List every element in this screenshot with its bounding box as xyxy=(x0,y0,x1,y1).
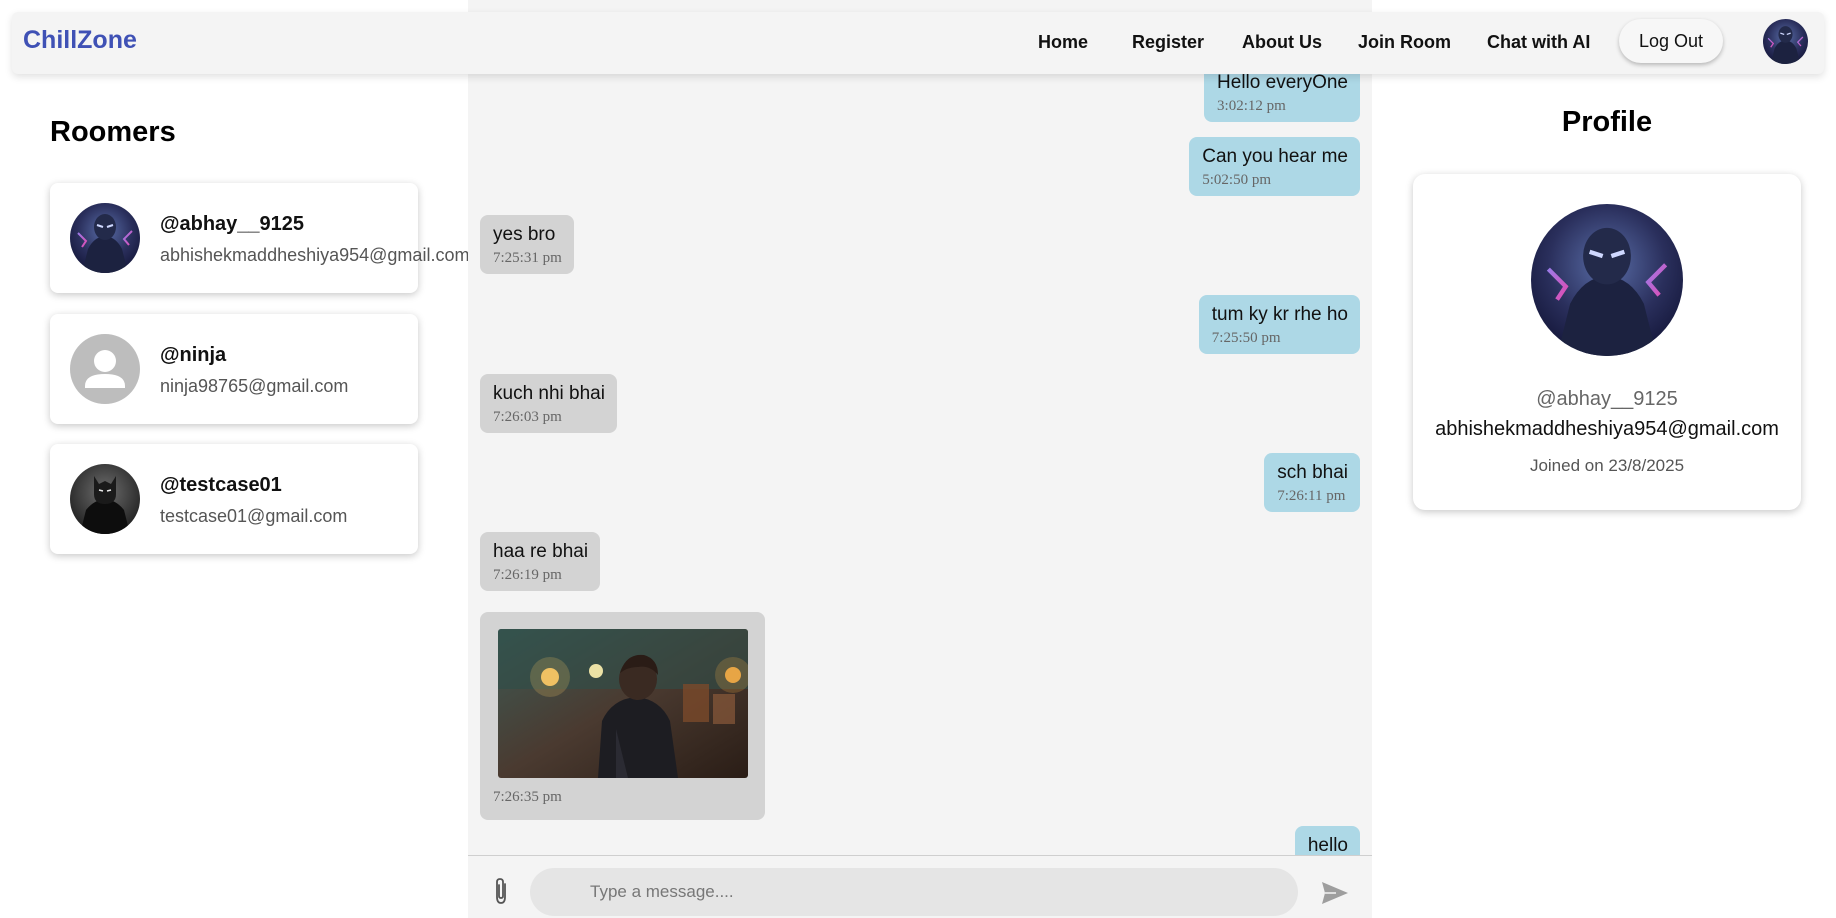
nav-link-chat-with-ai[interactable]: Chat with AI xyxy=(1487,32,1590,53)
nav-link-register[interactable]: Register xyxy=(1132,32,1204,53)
message-time: 7:25:31 pm xyxy=(493,250,562,266)
nav-link-join-room[interactable]: Join Room xyxy=(1358,32,1451,53)
roomer-handle: @testcase01 xyxy=(160,474,282,496)
avatar xyxy=(70,203,140,273)
message-bubble-outgoing: tum ky kr rhe ho 7:25:50 pm xyxy=(1198,295,1360,354)
message-text: haa re bhai xyxy=(493,541,589,562)
message-time: 7:26:35 pm xyxy=(493,789,562,805)
roomer-email: ninja98765@gmail.com xyxy=(160,376,349,396)
message-time: 7:26:03 pm xyxy=(493,409,562,425)
roomer-handle: @ninja xyxy=(160,344,227,366)
send-icon[interactable] xyxy=(1320,880,1350,906)
roomer-handle: @abhay__9125 xyxy=(160,213,305,235)
message-bubble-outgoing: Can you hear me 5:02:50 pm xyxy=(1189,137,1360,196)
brand-logo[interactable]: ChillZone xyxy=(23,26,137,55)
profile-handle: @abhay__9125 xyxy=(1536,388,1678,410)
message-text: Can you hear me xyxy=(1202,146,1348,167)
message-time: 7:26:19 pm xyxy=(493,567,562,583)
superhero-avatar-image xyxy=(70,203,140,273)
superhero-avatar-image xyxy=(1531,204,1683,356)
chat-messages-panel[interactable]: Hello everyOne 3:02:12 pm Can you hear m… xyxy=(468,0,1372,855)
message-composer xyxy=(468,855,1372,918)
profile-heading: Profile xyxy=(1561,106,1653,138)
roomer-email: testcase01@gmail.com xyxy=(160,506,348,526)
message-bubble-incoming: kuch nhi bhai 7:26:03 pm xyxy=(480,374,617,433)
message-time: 7:25:50 pm xyxy=(1211,330,1281,346)
roomers-heading: Roomers xyxy=(50,116,176,148)
message-text: yes bro xyxy=(493,224,556,245)
message-bubble-image: 7:26:35 pm xyxy=(480,612,765,820)
profile-joined-date: Joined on 23/8/2025 xyxy=(1529,456,1685,475)
message-input[interactable] xyxy=(530,868,1298,916)
profile-email: abhishekmaddheshiya954@gmail.com xyxy=(1435,418,1779,440)
message-bubble-incoming: haa re bhai 7:26:19 pm xyxy=(480,532,601,591)
top-navbar: ChillZone Home Register About Us Join Ro… xyxy=(12,12,1824,74)
nav-link-home[interactable]: Home xyxy=(1038,32,1088,53)
message-time: 5:02:50 pm xyxy=(1202,172,1272,188)
message-text: hello xyxy=(1307,835,1348,855)
superhero-avatar-image xyxy=(1763,19,1808,64)
roomer-card[interactable]: @testcase01 testcase01@gmail.com xyxy=(50,444,418,554)
roomer-card[interactable]: @ninja ninja98765@gmail.com xyxy=(50,314,418,424)
message-text: sch bhai xyxy=(1277,462,1348,483)
roomer-card[interactable]: @abhay__9125 abhishekmaddheshiya954@gmai… xyxy=(50,183,469,293)
dark-knight-avatar-image xyxy=(70,464,140,534)
attachment-icon[interactable] xyxy=(490,876,512,906)
message-text: tum ky kr rhe ho xyxy=(1211,304,1348,325)
default-user-icon xyxy=(70,334,140,404)
message-time: 3:02:12 pm xyxy=(1217,98,1286,114)
logout-button[interactable]: Log Out xyxy=(1619,19,1723,63)
profile-card: @abhay__9125 abhishekmaddheshiya954@gmai… xyxy=(1413,174,1801,510)
message-bubble-incoming: yes bro 7:25:31 pm xyxy=(480,215,574,274)
message-bubble-outgoing: sch bhai 7:26:11 pm xyxy=(1264,453,1360,512)
nav-link-about-us[interactable]: About Us xyxy=(1242,32,1322,53)
message-image[interactable] xyxy=(498,629,748,778)
roomer-email: abhishekmaddheshiya954@gmail.com xyxy=(160,245,470,265)
message-time: 7:26:11 pm xyxy=(1277,488,1346,504)
message-bubble-outgoing: hello xyxy=(1294,826,1360,855)
message-text: Hello everyOne xyxy=(1217,72,1348,93)
avatar xyxy=(70,334,140,404)
user-avatar[interactable] xyxy=(1763,19,1808,64)
anime-boy-photo-image xyxy=(498,629,748,778)
avatar xyxy=(1531,204,1683,356)
avatar xyxy=(70,464,140,534)
message-text: kuch nhi bhai xyxy=(493,383,605,404)
